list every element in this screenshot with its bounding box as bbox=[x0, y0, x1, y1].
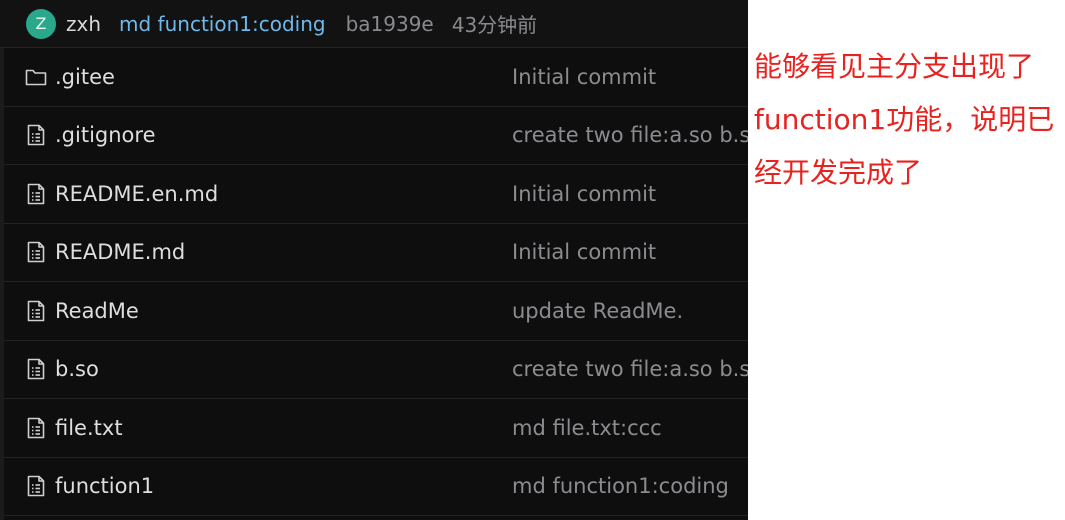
file-name-link[interactable]: .gitignore bbox=[55, 123, 156, 147]
file-commit-message-link[interactable]: md file.txt:ccc bbox=[512, 416, 662, 440]
file-row[interactable]: README.md Initial commit bbox=[4, 224, 748, 282]
file-row[interactable]: file.txt md file.txt:ccc bbox=[4, 399, 748, 458]
file-name-link[interactable]: ReadMe bbox=[55, 299, 139, 323]
file-name-link[interactable]: b.so bbox=[55, 357, 99, 381]
file-row[interactable]: .gitignore create two file:a.so b.so bbox=[4, 107, 748, 165]
file-commit-message-link[interactable]: Initial commit bbox=[512, 240, 656, 264]
annotation-line: function1功能，说明已 bbox=[754, 103, 1055, 136]
commit-hash[interactable]: ba1939e bbox=[346, 12, 434, 36]
file-commit-message-link[interactable]: create two file:a.so b.so bbox=[512, 357, 748, 381]
file-commit-message-link[interactable]: Initial commit bbox=[512, 182, 656, 206]
file-row[interactable]: ReadMe update ReadMe. bbox=[4, 282, 748, 341]
file-name-link[interactable]: .gitee bbox=[55, 65, 115, 89]
file-commit-message-link[interactable]: create two file:a.so b.so bbox=[512, 123, 748, 147]
file-row[interactable]: function1 md function1:coding bbox=[4, 458, 748, 516]
repo-file-panel: Z zxh md function1:coding ba1939e 43分钟前 … bbox=[0, 0, 748, 520]
file-name-link[interactable]: function1 bbox=[55, 474, 154, 498]
file-row[interactable]: b.so create two file:a.so b.so bbox=[4, 341, 748, 399]
file-name-link[interactable]: README.md bbox=[55, 240, 185, 264]
file-name-link[interactable]: file.txt bbox=[55, 416, 123, 440]
file-row[interactable]: .gitee Initial commit bbox=[4, 48, 748, 107]
file-icon bbox=[24, 240, 48, 264]
annotation-note: 能够看见主分支出现了 function1功能，说明已 经开发完成了 bbox=[754, 40, 1059, 199]
folder-icon bbox=[24, 65, 48, 89]
author-avatar[interactable]: Z bbox=[26, 8, 56, 39]
commit-message-link[interactable]: md function1:coding bbox=[119, 12, 326, 36]
file-list: .gitee Initial commit .gitignore create two… bbox=[4, 48, 748, 516]
latest-commit-bar: Z zxh md function1:coding ba1939e 43分钟前 bbox=[0, 0, 748, 48]
commit-author[interactable]: zxh bbox=[66, 12, 101, 36]
file-commit-message-link[interactable]: update ReadMe. bbox=[512, 299, 683, 323]
commit-time: 43分钟前 bbox=[451, 13, 538, 37]
file-row[interactable]: README.en.md Initial commit bbox=[4, 165, 748, 224]
file-icon bbox=[24, 123, 48, 147]
annotation-line: 经开发完成了 bbox=[754, 156, 923, 189]
file-commit-message-link[interactable]: Initial commit bbox=[512, 65, 656, 89]
file-name-link[interactable]: README.en.md bbox=[55, 182, 218, 206]
file-commit-message-link[interactable]: md function1:coding bbox=[512, 474, 729, 498]
file-icon bbox=[24, 474, 48, 498]
file-icon bbox=[24, 357, 48, 381]
file-icon bbox=[24, 416, 48, 440]
file-icon bbox=[24, 182, 48, 206]
file-icon bbox=[24, 299, 48, 323]
annotation-line: 能够看见主分支出现了 bbox=[754, 50, 1035, 83]
